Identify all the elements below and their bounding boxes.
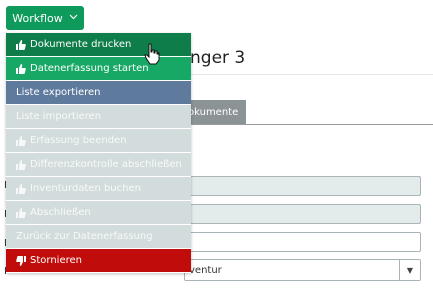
menu-item-inventurdaten-buchen[interactable]: Inventurdaten buchen <box>6 177 191 201</box>
thumbs-up-icon <box>16 207 26 218</box>
menu-item-label: Differenzkontrolle abschließen <box>30 159 182 170</box>
menu-item-datenerfassung-starten[interactable]: Datenerfassung starten <box>6 57 191 81</box>
menu-item-abschließen[interactable]: Abschließen <box>6 201 191 225</box>
thumbs-up-icon <box>16 159 26 170</box>
menu-item-label: Abschließen <box>30 207 91 218</box>
menu-item-liste-exportieren[interactable]: Liste exportieren <box>6 81 191 105</box>
select-arrow-icon[interactable]: ▼ <box>399 260 420 280</box>
thumbs-down-icon <box>16 255 26 266</box>
field-3[interactable] <box>184 232 421 252</box>
workflow-menu: Dokumente drucken Datenerfassung starten L… <box>6 33 191 273</box>
hand-cursor-icon <box>144 43 160 65</box>
inventory-select[interactable]: ventur ▼ <box>184 259 421 281</box>
menu-item-label: Inventurdaten buchen <box>30 183 141 194</box>
title-divider <box>190 74 433 75</box>
thumbs-up-icon <box>16 39 26 50</box>
thumbs-up-icon <box>16 183 26 194</box>
chevron-down-icon <box>69 13 78 23</box>
menu-item-liste-importieren[interactable]: Liste importieren <box>6 105 191 129</box>
menu-item-label: Liste exportieren <box>16 87 101 98</box>
thumbs-up-icon <box>16 135 26 146</box>
menu-item-zurück-zur-datenerfassung[interactable]: Zurück zur Datenerfassung <box>6 225 191 249</box>
menu-item-stornieren[interactable]: Stornieren <box>6 249 191 273</box>
field-2[interactable] <box>184 204 421 224</box>
page-title: nger 3 <box>190 48 246 68</box>
menu-item-label: Zurück zur Datenerfassung <box>16 231 153 242</box>
menu-item-differenzkontrolle-abschließen[interactable]: Differenzkontrolle abschließen <box>6 153 191 177</box>
workflow-button[interactable]: Workflow <box>6 6 84 30</box>
menu-item-label: Stornieren <box>30 255 82 266</box>
menu-item-erfassung-beenden[interactable]: Erfassung beenden <box>6 129 191 153</box>
thumbs-up-icon <box>16 63 26 74</box>
select-value: ventur <box>189 264 222 276</box>
tab-dokumente[interactable]: okumente <box>186 100 246 124</box>
menu-item-label: Erfassung beenden <box>30 135 127 146</box>
menu-item-label: Liste importieren <box>16 111 102 122</box>
workflow-button-label: Workflow <box>12 11 63 25</box>
field-1[interactable] <box>184 176 421 196</box>
menu-item-label: Dokumente drucken <box>30 39 132 50</box>
menu-item-dokumente-drucken[interactable]: Dokumente drucken <box>6 33 191 57</box>
menu-item-label: Datenerfassung starten <box>30 63 149 74</box>
